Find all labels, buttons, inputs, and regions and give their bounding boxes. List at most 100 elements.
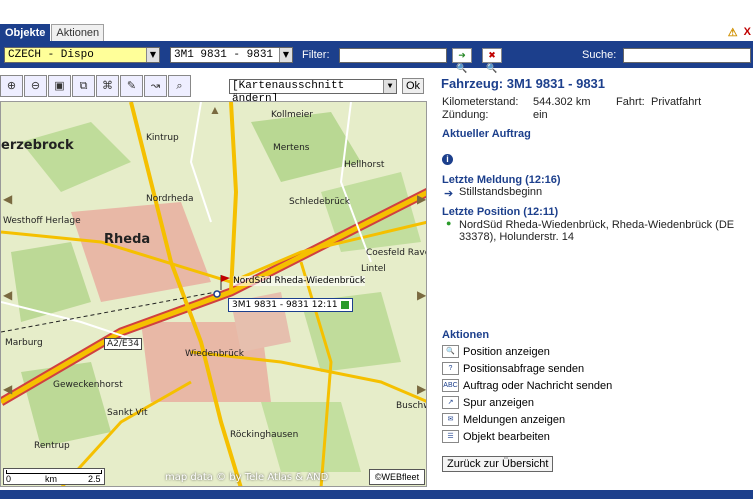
tab-icons: ⚠ X <box>728 26 751 39</box>
draw-icon[interactable]: ✎ <box>120 75 143 97</box>
last-position-line1: NordSüd Rheda-Wiedenbrück, Rheda-Wiedenb… <box>459 219 735 231</box>
tab-aktionen[interactable]: Aktionen <box>51 24 105 41</box>
binoculars-icon[interactable]: ⌘ <box>96 75 119 97</box>
filter-input[interactable] <box>339 48 447 63</box>
track-icon: ↗ <box>442 396 459 409</box>
action-show-position[interactable]: 🔍 Position anzeigen <box>442 344 550 359</box>
map-label: Nordrheda <box>146 194 194 204</box>
action-label: Meldungen anzeigen <box>463 413 566 426</box>
main-tabs: Objekte Aktionen <box>0 24 105 41</box>
tab-objekte[interactable]: Objekte <box>0 24 51 41</box>
magnifier-icon: 🔍 <box>442 345 459 358</box>
vehicle-select-value: 3M1 9831 - 9831 <box>174 49 274 61</box>
map-label: Wiedenbrück <box>185 349 244 359</box>
action-label: Positionsabfrage senden <box>463 362 585 375</box>
close-icon[interactable]: X <box>744 26 751 39</box>
action-send-message[interactable]: ABC Auftrag oder Nachricht senden <box>442 378 612 393</box>
group-select-value: CZECH - Dispo <box>8 49 94 61</box>
vehicle-select[interactable]: 3M1 9831 - 9831 ▼ <box>170 47 293 63</box>
last-message-value: Stillstandsbeginn <box>459 186 543 198</box>
map-canvas[interactable]: Kollmeier Kintrup erzebrock Mertens Nord… <box>0 101 427 487</box>
last-position-heading: Letzte Position (12:11) <box>442 206 559 218</box>
filter-apply-icon: ➜🔍 <box>456 50 468 73</box>
vehicle-marker-text: 3M1 9831 - 9831 12:11 <box>232 300 338 310</box>
vehicle-marker-label[interactable]: 3M1 9831 - 9831 12:11 <box>228 298 353 312</box>
action-edit-object[interactable]: ☰ Objekt bearbeiten <box>442 429 550 444</box>
action-label: Objekt bearbeiten <box>463 430 550 443</box>
action-label: Position anzeigen <box>463 345 550 358</box>
edit-object-icon: ☰ <box>442 430 459 443</box>
map-label: Rheda <box>104 232 151 247</box>
position-marker-label: NordSüd Rheda-Wiedenbrück <box>233 276 366 286</box>
abc-icon: ABC <box>442 379 459 392</box>
chevron-down-icon: ▼ <box>383 80 396 93</box>
map-label: Mertens <box>273 143 310 153</box>
back-to-overview-button[interactable]: Zurück zur Übersicht <box>442 456 554 472</box>
scale-left: 0 <box>6 474 12 484</box>
webfleet-app: Objekte Aktionen ⚠ X CZECH - Dispo ▼ 3M1… <box>0 0 753 499</box>
messages-icon: ✉ <box>442 413 459 426</box>
map-label: A2/E34 <box>104 338 143 350</box>
map-copyright: map data © by Tele Atlas & AND <box>165 472 329 483</box>
map-label: Rentrup <box>34 441 70 451</box>
pan-northeast-icon[interactable]: ▶ <box>417 192 426 206</box>
map-label: Geweckenhorst <box>53 380 123 390</box>
pan-northwest-icon[interactable]: ◀ <box>3 192 12 206</box>
toolbar: CZECH - Dispo ▼ 3M1 9831 - 9831 ▼ Filter… <box>0 41 753 73</box>
map-label: Coesfeld Ravensberg <box>366 248 426 258</box>
last-message-heading: Letzte Meldung (12:16) <box>442 174 561 186</box>
position-request-icon: ? <box>442 362 459 375</box>
search-input[interactable] <box>623 48 751 63</box>
group-select[interactable]: CZECH - Dispo ▼ <box>4 47 160 63</box>
pan-southwest-icon[interactable]: ◀ <box>3 382 12 396</box>
filter-label: Filter: <box>302 49 330 61</box>
apply-filter-button[interactable]: ➜🔍 <box>452 48 472 73</box>
action-label: Spur anzeigen <box>463 396 534 409</box>
action-show-track[interactable]: ↗ Spur anzeigen <box>442 395 534 410</box>
map-label: Röckinghausen <box>230 430 299 440</box>
map-label: Westhoff Herlage <box>3 216 81 226</box>
scale-right: 2.5 <box>88 474 101 484</box>
warning-icon[interactable]: ⚠ <box>728 26 738 39</box>
bottom-bar <box>0 490 753 499</box>
action-request-position[interactable]: ? Positionsabfrage senden <box>442 361 584 376</box>
clear-filter-button[interactable]: ✖🔍 <box>482 48 502 73</box>
pan-east-icon[interactable]: ▶ <box>417 288 426 302</box>
chevron-down-icon: ▼ <box>279 48 292 62</box>
actions-heading: Aktionen <box>442 329 490 341</box>
arrow-right-icon: ➔ <box>444 188 454 200</box>
pan-southeast-icon[interactable]: ▶ <box>417 382 426 396</box>
map-label: Hellhorst <box>344 160 385 170</box>
map-view-select[interactable]: [Kartenausschnitt ändern] ▼ <box>229 79 397 105</box>
current-order-heading: Aktueller Auftrag <box>442 128 531 140</box>
webfleet-logo: ©WEBfleet <box>369 469 425 485</box>
position-dot-icon: ● <box>446 218 452 228</box>
map-label: Kintrup <box>146 133 179 143</box>
map-label: Lintel <box>361 264 386 274</box>
map-label: Sankt Vit <box>107 408 148 418</box>
zoom-in-icon[interactable]: ⊕ <box>0 75 23 97</box>
map-label: Marburg <box>5 338 43 348</box>
pan-west-icon[interactable]: ◀ <box>3 288 12 302</box>
trip-label: Fahrt: <box>616 96 645 108</box>
route-icon[interactable]: ↝ <box>144 75 167 97</box>
pan-north-icon[interactable]: ▲ <box>209 103 221 117</box>
top-strip <box>0 0 753 24</box>
map-ok-button[interactable]: Ok <box>402 78 424 94</box>
odometer-label: Kilometerstand: <box>442 96 519 108</box>
map-scale: 0 km 2.5 <box>3 468 105 485</box>
zoom-fit-icon[interactable]: ⌕ <box>168 75 191 97</box>
vehicle-title: Fahrzeug: 3M1 9831 - 9831 <box>441 76 606 91</box>
search-label: Suche: <box>582 49 617 61</box>
map-label: Buschweg <box>396 401 426 411</box>
info-icon[interactable]: i <box>442 154 453 165</box>
pan-icon[interactable]: ⧉ <box>72 75 95 97</box>
chevron-down-icon: ▼ <box>146 48 159 62</box>
zoom-out-icon[interactable]: ⊖ <box>24 75 47 97</box>
map-toolbar: ⊕ ⊖ ▣ ⧉ ⌘ ✎ ↝ ⌕ <box>0 75 191 99</box>
last-position-line2: 33378), Holunderstr. 14 <box>459 231 574 243</box>
action-label: Auftrag oder Nachricht senden <box>463 379 613 392</box>
zoom-box-icon[interactable]: ▣ <box>48 75 71 97</box>
ignition-label: Zündung: <box>442 109 489 121</box>
action-show-messages[interactable]: ✉ Meldungen anzeigen <box>442 412 565 427</box>
